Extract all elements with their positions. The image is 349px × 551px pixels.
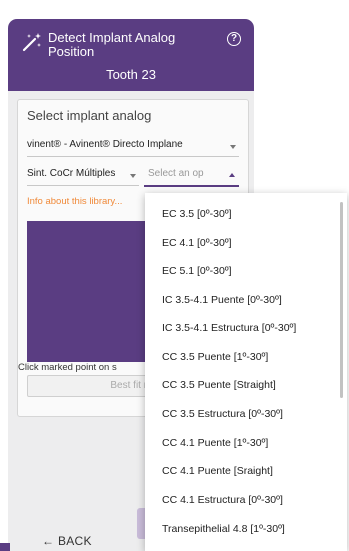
dropdown-option[interactable]: EC 3.5 [0º-30º] [162, 208, 232, 220]
dropdown-option[interactable]: IC 3.5-4.1 Estructura [0º-30º] [162, 322, 296, 334]
dropdown-option[interactable]: EC 4.1 [0º-30º] [162, 237, 232, 249]
dropdown-option[interactable]: CC 4.1 Puente [Sraight] [162, 465, 273, 477]
chevron-up-icon [229, 173, 235, 177]
material-select-value: Sint. CoCr Múltiples [27, 168, 116, 179]
bottom-edge-strip [0, 543, 10, 551]
magic-wand-icon [22, 33, 41, 52]
back-button[interactable]: ← BACK [42, 534, 92, 548]
click-hint-text: Click marked point on s [18, 362, 117, 373]
card-title: Select implant analog [27, 108, 152, 123]
dropdown-option[interactable]: CC 4.1 Estructura [0º-30º] [162, 494, 283, 506]
dropdown-option[interactable]: IC 3.5-4.1 Puente [0º-30º] [162, 294, 282, 306]
chevron-down-icon [130, 174, 136, 178]
library-select[interactable]: vinent® - Avinent® Directo Implane [27, 136, 239, 157]
dropdown-option[interactable]: CC 3.5 Estructura [0º-30º] [162, 408, 283, 420]
dropdown-option[interactable]: EC 5.1 [0º-30º] [162, 265, 232, 277]
panel-header: Detect Implant Analog Position ? Tooth 2… [8, 19, 254, 91]
back-button-label: BACK [57, 534, 92, 548]
dropdown-option[interactable]: Transepithelial 4.8 [1º-30º] [162, 523, 285, 535]
panel-title: Detect Implant Analog Position [48, 30, 176, 59]
dropdown-scrollbar[interactable] [340, 202, 343, 398]
dropdown-option[interactable]: CC 4.1 Puente [1º-30º] [162, 437, 268, 449]
tooth-label: Tooth 23 [106, 67, 156, 82]
dropdown-option[interactable]: CC 3.5 Puente [Straight] [162, 379, 276, 391]
arrow-left-icon: ← [42, 534, 55, 548]
help-icon[interactable]: ? [227, 32, 241, 46]
analog-options-dropdown: EC 3.5 [0º-30º] EC 4.1 [0º-30º] EC 5.1 [… [145, 193, 347, 551]
material-select[interactable]: Sint. CoCr Múltiples [27, 165, 139, 186]
library-info-link[interactable]: Info about this library... [27, 196, 122, 207]
chevron-down-icon [230, 145, 236, 149]
dropdown-option[interactable]: CC 3.5 Puente [1º-30º] [162, 351, 268, 363]
library-select-value: vinent® - Avinent® Directo Implane [27, 139, 183, 150]
analog-select[interactable]: Select an op [144, 165, 239, 187]
analog-select-placeholder: Select an op [148, 168, 204, 179]
